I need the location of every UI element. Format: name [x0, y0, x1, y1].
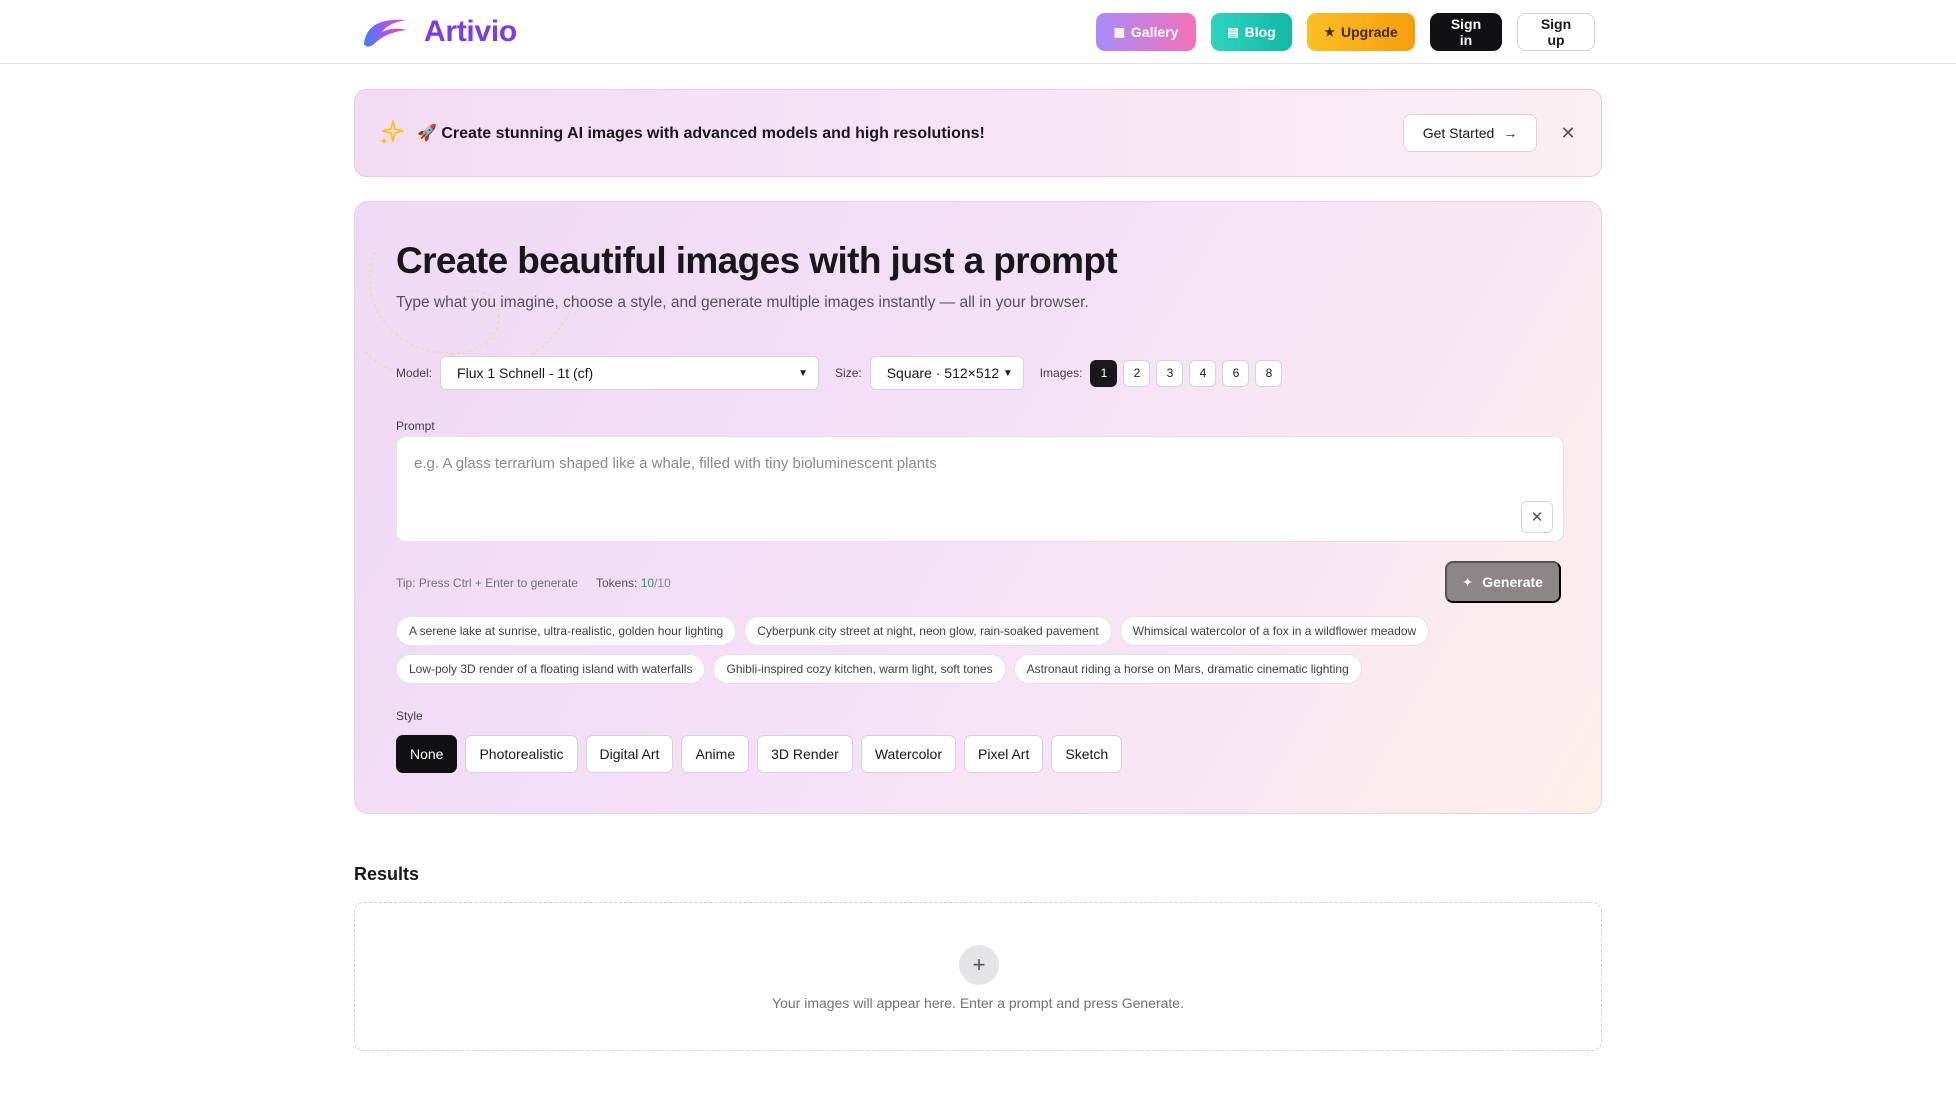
upgrade-label: Upgrade: [1340, 24, 1398, 40]
style-digital-art[interactable]: Digital Art: [585, 735, 674, 773]
style-3d-render[interactable]: 3D Render: [757, 735, 853, 773]
prompt-suggestions: A serene lake at sunrise, ultra-realisti…: [396, 616, 1556, 692]
brand[interactable]: Artivio: [360, 12, 517, 52]
logo-icon: [364, 19, 406, 47]
style-options: None Photorealistic Digital Art Anime 3D…: [396, 735, 1123, 773]
chevron-down-icon: ▼: [798, 367, 809, 379]
images-label: Images:: [1039, 366, 1083, 380]
results-empty-state: + Your images will appear here. Enter a …: [354, 902, 1602, 1051]
size-value: Square · 512×512: [886, 365, 1000, 381]
star-icon: ★: [1324, 25, 1335, 39]
tokens-label: Tokens:: [596, 576, 638, 590]
tokens-used: 10: [640, 576, 655, 590]
style-none[interactable]: None: [396, 735, 458, 773]
page-title: Create beautiful images with just a prom…: [396, 240, 1118, 281]
results-empty-text: Your images will appear here. Enter a pr…: [772, 995, 1184, 1011]
style-label: Style: [396, 709, 423, 723]
image-count-8[interactable]: 8: [1255, 359, 1283, 387]
suggestion-chip[interactable]: Whimsical watercolor of a fox in a wildf…: [1119, 616, 1430, 646]
suggestion-chip[interactable]: Low-poly 3D render of a floating island …: [396, 654, 706, 684]
size-select[interactable]: Square · 512×512 ▼: [869, 356, 1024, 390]
image-count-1[interactable]: 1: [1090, 359, 1118, 387]
plus-icon: +: [959, 945, 999, 985]
gallery-icon: ▦: [1113, 25, 1125, 39]
style-anime[interactable]: Anime: [681, 735, 750, 773]
keyboard-tip: Tip: Press Ctrl + Enter to generate: [396, 576, 578, 590]
top-nav: ▦ Gallery ▤ Blog ★ Upgrade Sign in Sign …: [1096, 13, 1595, 51]
get-started-label: Get Started: [1422, 125, 1495, 141]
close-icon[interactable]: ✕: [1556, 121, 1580, 145]
sparkle-icon: [380, 120, 404, 145]
style-photorealistic[interactable]: Photorealistic: [465, 735, 578, 773]
sign-up-button[interactable]: Sign up: [1517, 13, 1595, 51]
generate-label: Generate: [1482, 574, 1543, 590]
sparkle-icon: ✦: [1463, 576, 1473, 589]
generator-card: Create beautiful images with just a prom…: [354, 201, 1602, 814]
suggestion-row: A serene lake at sunrise, ultra-realisti…: [396, 616, 1556, 646]
gallery-label: Gallery: [1130, 24, 1179, 40]
get-started-button[interactable]: Get Started →: [1403, 114, 1537, 152]
model-label: Model:: [396, 366, 433, 380]
tokens-total: /10: [654, 576, 671, 590]
image-count-2[interactable]: 2: [1123, 359, 1151, 387]
sign-in-button[interactable]: Sign in: [1430, 13, 1502, 51]
suggestion-chip[interactable]: Astronaut riding a horse on Mars, dramat…: [1013, 654, 1362, 684]
brand-name: Artivio: [424, 15, 517, 48]
close-icon: ✕: [1530, 509, 1544, 526]
generate-button[interactable]: ✦ Generate: [1445, 561, 1561, 603]
style-pixel-art[interactable]: Pixel Art: [964, 735, 1044, 773]
style-sketch[interactable]: Sketch: [1051, 735, 1123, 773]
prompt-placeholder: e.g. A glass terrarium shaped like a wha…: [414, 455, 937, 472]
gallery-button[interactable]: ▦ Gallery: [1096, 13, 1196, 51]
clear-prompt-button[interactable]: ✕: [1521, 501, 1553, 533]
image-count-4[interactable]: 4: [1189, 359, 1217, 387]
suggestion-chip[interactable]: Cyberpunk city street at night, neon glo…: [744, 616, 1112, 646]
model-value: Flux 1 Schnell - 1t (cf): [457, 365, 594, 381]
arrow-right-icon: →: [1503, 125, 1518, 141]
blog-button[interactable]: ▤ Blog: [1211, 13, 1292, 51]
top-header: Artivio ▦ Gallery ▤ Blog ★ Upgrade Sign …: [0, 0, 1956, 64]
prompt-label: Prompt: [396, 419, 435, 433]
blog-icon: ▤: [1227, 25, 1239, 39]
size-label: Size:: [835, 366, 862, 380]
image-count-group: 1 2 3 4 6 8: [1090, 359, 1283, 387]
page-subtitle: Type what you imagine, choose a style, a…: [396, 294, 1089, 311]
generation-controls: Model: Flux 1 Schnell - 1t (cf) ▼ Size: …: [396, 356, 1283, 390]
suggestion-chip[interactable]: A serene lake at sunrise, ultra-realisti…: [396, 616, 737, 646]
chevron-down-icon: ▼: [1002, 367, 1013, 379]
image-count-6[interactable]: 6: [1222, 359, 1250, 387]
suggestion-row: Low-poly 3D render of a floating island …: [396, 654, 1556, 684]
suggestion-chip[interactable]: Ghibli-inspired cozy kitchen, warm light…: [713, 654, 1006, 684]
prompt-input[interactable]: e.g. A glass terrarium shaped like a wha…: [396, 436, 1564, 542]
promo-banner: 🚀 Create stunning AI images with advance…: [354, 89, 1602, 177]
token-counter: Tokens: 10/10: [596, 576, 671, 590]
banner-text: 🚀 Create stunning AI images with advance…: [417, 125, 985, 142]
results-title: Results: [354, 864, 420, 884]
style-watercolor[interactable]: Watercolor: [860, 735, 956, 773]
model-select[interactable]: Flux 1 Schnell - 1t (cf) ▼: [440, 356, 820, 390]
blog-label: Blog: [1244, 24, 1276, 40]
upgrade-button[interactable]: ★ Upgrade: [1307, 13, 1415, 51]
image-count-3[interactable]: 3: [1156, 359, 1184, 387]
